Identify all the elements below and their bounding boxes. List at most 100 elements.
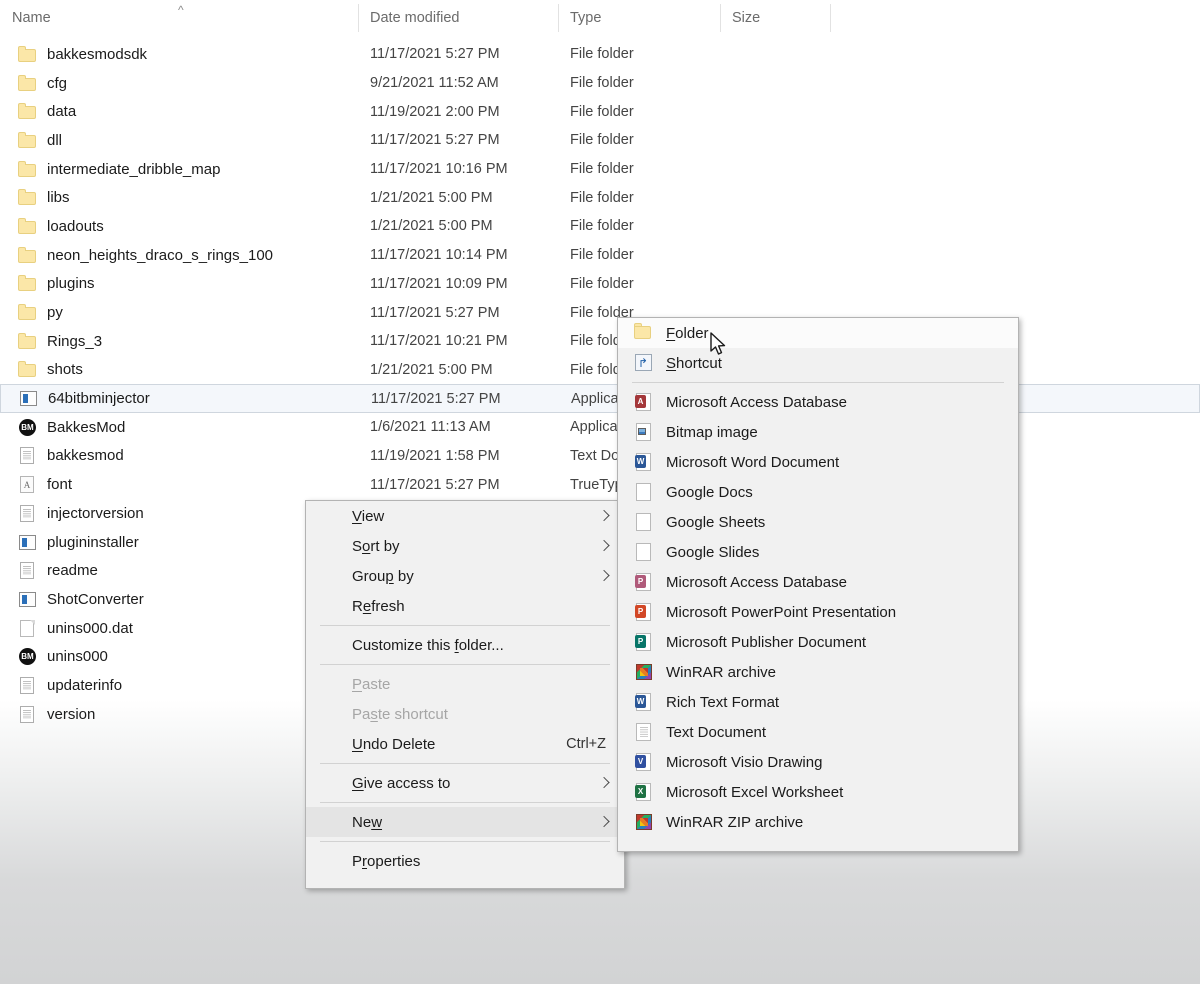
file-name-cell: font <box>18 470 72 499</box>
column-header-name[interactable]: Name <box>0 0 358 35</box>
table-row[interactable]: Rings_3 11/17/2021 10:21 PM File folder <box>0 327 1200 356</box>
menu-item-give-access-to[interactable]: Give access to <box>306 768 624 798</box>
submenu-item-google-slides[interactable]: Google Slides <box>618 537 1018 567</box>
submenu-item-microsoft-visio-drawing[interactable]: V Microsoft Visio Drawing <box>618 747 1018 777</box>
table-row[interactable]: bakkesmodsdk 11/17/2021 5:27 PM File folde… <box>0 40 1200 69</box>
menu-item-properties[interactable]: Properties <box>306 846 624 876</box>
column-header-size[interactable]: Size <box>720 0 830 35</box>
chevron-right-icon <box>600 570 608 583</box>
column-divider[interactable] <box>358 4 359 32</box>
file-type-cell: File folder <box>570 103 634 120</box>
table-row[interactable]: 64bitbminjector 11/17/2021 5:27 PM Applica <box>0 384 1200 413</box>
submenu-item-microsoft-access-database[interactable]: A Microsoft Access Database <box>618 387 1018 417</box>
submenu-item-bitmap-image[interactable]: Bitmap image <box>618 417 1018 447</box>
folder-icon <box>18 45 37 64</box>
blank-page-icon <box>634 542 654 562</box>
file-name-label: neon_heights_draco_s_rings_100 <box>47 246 274 264</box>
menu-item-label: Group by <box>352 567 414 585</box>
file-date-cell: 9/21/2021 11:52 AM <box>370 75 499 92</box>
file-date-cell: 11/17/2021 10:14 PM <box>370 247 508 264</box>
file-type-cell: Applica <box>570 419 618 436</box>
context-menu[interactable]: View Sort by Group by Refresh Customize this… <box>305 500 625 889</box>
table-row[interactable]: libs 1/21/2021 5:00 PM File folder <box>0 183 1200 212</box>
submenu-item-shortcut[interactable]: ↱ Shortcut <box>618 348 1018 378</box>
new-submenu[interactable]: Folder ↱ Shortcut A Microsoft Access Databas… <box>617 317 1019 852</box>
submenu-item-label: Microsoft Excel Worksheet <box>666 783 844 801</box>
submenu-item-rich-text-format[interactable]: W Rich Text Format <box>618 687 1018 717</box>
word-document-icon: W <box>634 452 654 472</box>
table-row[interactable]: neon_heights_draco_s_rings_100 11/17/2021… <box>0 241 1200 270</box>
submenu-item-microsoft-publisher-document[interactable]: P Microsoft Publisher Document <box>618 627 1018 657</box>
file-name-cell: plugininstaller <box>18 528 139 557</box>
submenu-item-google-sheets[interactable]: Google Sheets <box>618 507 1018 537</box>
menu-item-refresh[interactable]: Refresh <box>306 591 624 621</box>
table-row[interactable]: cfg 9/21/2021 11:52 AM File folder <box>0 69 1200 98</box>
submenu-item-microsoft-word-document[interactable]: W Microsoft Word Document <box>618 447 1018 477</box>
table-row[interactable]: data 11/19/2021 2:00 PM File folder <box>0 97 1200 126</box>
menu-item-paste[interactable]: Paste <box>306 669 624 699</box>
folder-icon <box>18 74 37 93</box>
table-row[interactable]: py 11/17/2021 5:27 PM File folder <box>0 298 1200 327</box>
table-row[interactable]: font 11/17/2021 5:27 PM TrueTyp <box>0 470 1200 499</box>
submenu-item-microsoft-powerpoint-presentation[interactable]: P Microsoft PowerPoint Presentation <box>618 597 1018 627</box>
submenu-item-folder[interactable]: Folder <box>618 318 1018 348</box>
menu-item-label: New <box>352 813 383 831</box>
column-divider[interactable] <box>558 4 559 32</box>
dat-file-icon <box>18 619 37 638</box>
table-row[interactable]: loadouts 1/21/2021 5:00 PM File folder <box>0 212 1200 241</box>
file-type-cell: Applica <box>571 390 619 407</box>
menu-item-undo-delete[interactable]: Undo Delete Ctrl+Z <box>306 729 624 759</box>
menu-item-group-by[interactable]: Group by <box>306 561 624 591</box>
menu-item-customize-this-folder[interactable]: Customize this folder... <box>306 630 624 660</box>
table-row[interactable]: BakkesMod 1/6/2021 11:13 AM Applica <box>0 413 1200 442</box>
file-name-label: unins000.dat <box>47 619 133 637</box>
folder-icon <box>18 102 37 121</box>
table-row[interactable]: bakkesmod 11/19/2021 1:58 PM Text Do <box>0 442 1200 471</box>
text-document-icon <box>18 561 37 580</box>
menu-separator <box>320 664 610 665</box>
column-divider[interactable] <box>720 4 721 32</box>
file-date-cell: 11/17/2021 5:27 PM <box>370 132 500 149</box>
menu-item-new[interactable]: New <box>306 807 624 837</box>
file-date-cell: 11/17/2021 5:27 PM <box>370 46 500 63</box>
table-row[interactable]: intermediate_dribble_map 11/17/2021 10:16… <box>0 155 1200 184</box>
folder-icon <box>18 246 37 265</box>
submenu-item-microsoft-access-database[interactable]: P Microsoft Access Database <box>618 567 1018 597</box>
submenu-item-winrar-archive[interactable]: WinRAR archive <box>618 657 1018 687</box>
chevron-right-icon <box>600 816 608 829</box>
file-name-label: updaterinfo <box>47 676 123 694</box>
file-type-cell: File folder <box>570 46 634 63</box>
truetype-font-icon <box>18 475 37 494</box>
file-name-cell: py <box>18 298 63 327</box>
file-name-cell: 64bitbminjector <box>19 385 150 412</box>
publisher-icon: P <box>634 632 654 652</box>
submenu-item-label: Shortcut <box>666 354 722 372</box>
column-divider[interactable] <box>830 4 831 32</box>
menu-item-sort-by[interactable]: Sort by <box>306 531 624 561</box>
file-date-cell: 11/17/2021 5:27 PM <box>370 476 500 493</box>
table-row[interactable]: dll 11/17/2021 5:27 PM File folder <box>0 126 1200 155</box>
submenu-item-winrar-zip-archive[interactable]: WinRAR ZIP archive <box>618 807 1018 837</box>
submenu-item-text-document[interactable]: Text Document <box>618 717 1018 747</box>
submenu-item-label: Google Docs <box>666 483 753 501</box>
menu-item-paste-shortcut[interactable]: Paste shortcut <box>306 699 624 729</box>
submenu-item-google-docs[interactable]: Google Docs <box>618 477 1018 507</box>
file-name-cell: readme <box>18 556 98 585</box>
submenu-item-label: Google Sheets <box>666 513 766 531</box>
column-header-date-modified[interactable]: Date modified <box>358 0 558 35</box>
access-database-icon: A <box>634 392 654 412</box>
menu-separator <box>320 763 610 764</box>
table-row[interactable]: plugins 11/17/2021 10:09 PM File folder <box>0 270 1200 299</box>
file-type-cell: File folder <box>570 247 634 264</box>
column-header-type[interactable]: Type <box>558 0 720 35</box>
chevron-right-icon <box>600 510 608 523</box>
text-document-icon <box>18 504 37 523</box>
menu-item-view[interactable]: View <box>306 501 624 531</box>
submenu-item-microsoft-excel-worksheet[interactable]: X Microsoft Excel Worksheet <box>618 777 1018 807</box>
file-date-cell: 11/19/2021 2:00 PM <box>370 103 500 120</box>
text-document-icon <box>18 676 37 695</box>
bakkesmod-icon <box>18 647 37 666</box>
submenu-item-label: Microsoft Access Database <box>666 573 847 591</box>
submenu-item-label: Rich Text Format <box>666 693 780 711</box>
table-row[interactable]: shots 1/21/2021 5:00 PM File folder <box>0 356 1200 385</box>
